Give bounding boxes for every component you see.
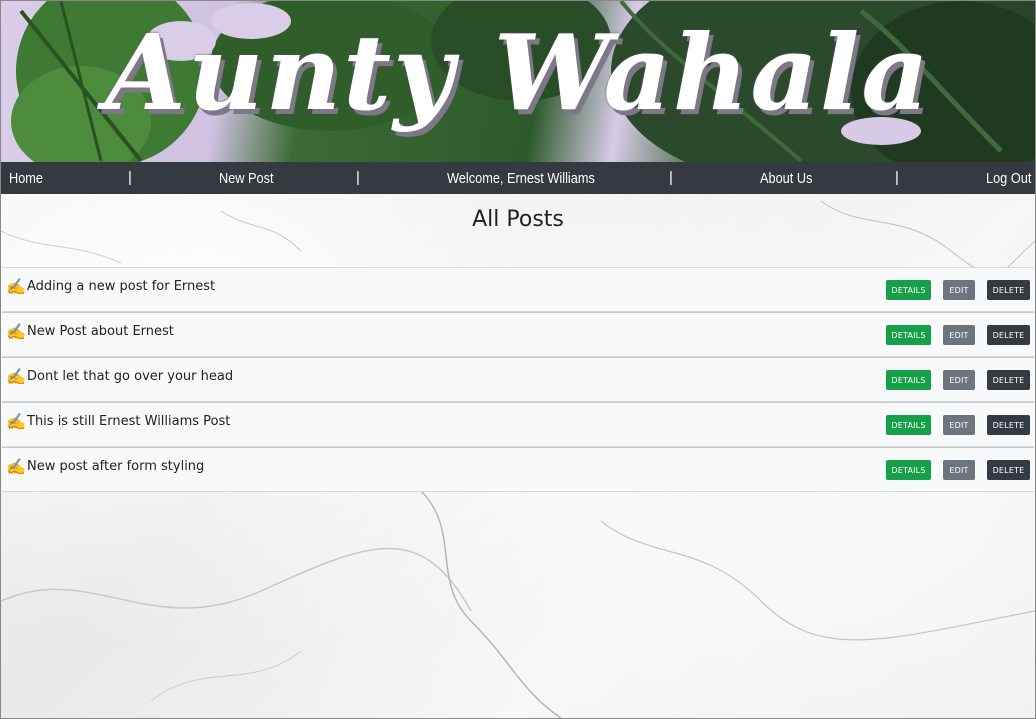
delete-button[interactable]: DELETE [987, 415, 1030, 435]
header-banner: Aunty Wahala [1, 1, 1035, 162]
post-title: New Post about Ernest [27, 324, 174, 339]
nav-about-us-link[interactable]: About Us [760, 170, 812, 187]
nav-home-link[interactable]: Home [9, 170, 43, 187]
post-row: ✍ New post after form styling DETAILS ED… [2, 447, 1034, 492]
details-button[interactable]: DETAILS [886, 280, 931, 300]
nav-log-out-link[interactable]: Log Out [986, 170, 1031, 187]
writing-hand-icon: ✍ [6, 279, 26, 296]
post-title: This is still Ernest Williams Post [27, 414, 231, 429]
delete-button[interactable]: DELETE [987, 325, 1030, 345]
edit-button[interactable]: EDIT [943, 370, 975, 390]
details-button[interactable]: DETAILS [886, 325, 931, 345]
post-title: Adding a new post for Ernest [27, 279, 216, 294]
page-title: All Posts [472, 207, 564, 232]
nav-separator: | [669, 169, 673, 186]
writing-hand-icon: ✍ [6, 324, 26, 341]
nav-separator: | [128, 169, 132, 186]
post-row: ✍ This is still Ernest Williams Post DET… [2, 402, 1034, 447]
delete-button[interactable]: DELETE [987, 460, 1030, 480]
top-navbar: Home | New Post | Welcome, Ernest Willia… [1, 162, 1035, 194]
post-row: ✍ Adding a new post for Ernest DETAILS E… [2, 267, 1034, 312]
nav-welcome-user[interactable]: Welcome, Ernest Williams [447, 170, 595, 187]
post-title: New post after form styling [27, 459, 205, 474]
delete-button[interactable]: DELETE [987, 370, 1030, 390]
nav-new-post-link[interactable]: New Post [219, 170, 274, 187]
site-logo-wordmark[interactable]: Aunty Wahala [1, 11, 1035, 134]
nav-separator: | [895, 169, 899, 186]
edit-button[interactable]: EDIT [943, 325, 975, 345]
writing-hand-icon: ✍ [6, 369, 26, 386]
details-button[interactable]: DETAILS [886, 415, 931, 435]
nav-separator: | [356, 169, 360, 186]
post-title: Dont let that go over your head [27, 369, 234, 384]
page-frame: Aunty Wahala Home | New Post | Welcome, … [0, 0, 1036, 719]
edit-button[interactable]: EDIT [943, 415, 975, 435]
edit-button[interactable]: EDIT [943, 280, 975, 300]
details-button[interactable]: DETAILS [886, 460, 931, 480]
post-row: ✍ Dont let that go over your head DETAIL… [2, 357, 1034, 402]
writing-hand-icon: ✍ [6, 414, 26, 431]
posts-list: ✍ Adding a new post for Ernest DETAILS E… [2, 267, 1034, 492]
writing-hand-icon: ✍ [6, 459, 26, 476]
delete-button[interactable]: DELETE [987, 280, 1030, 300]
post-row: ✍ New Post about Ernest DETAILS EDIT DEL… [2, 312, 1034, 357]
details-button[interactable]: DETAILS [886, 370, 931, 390]
edit-button[interactable]: EDIT [943, 460, 975, 480]
